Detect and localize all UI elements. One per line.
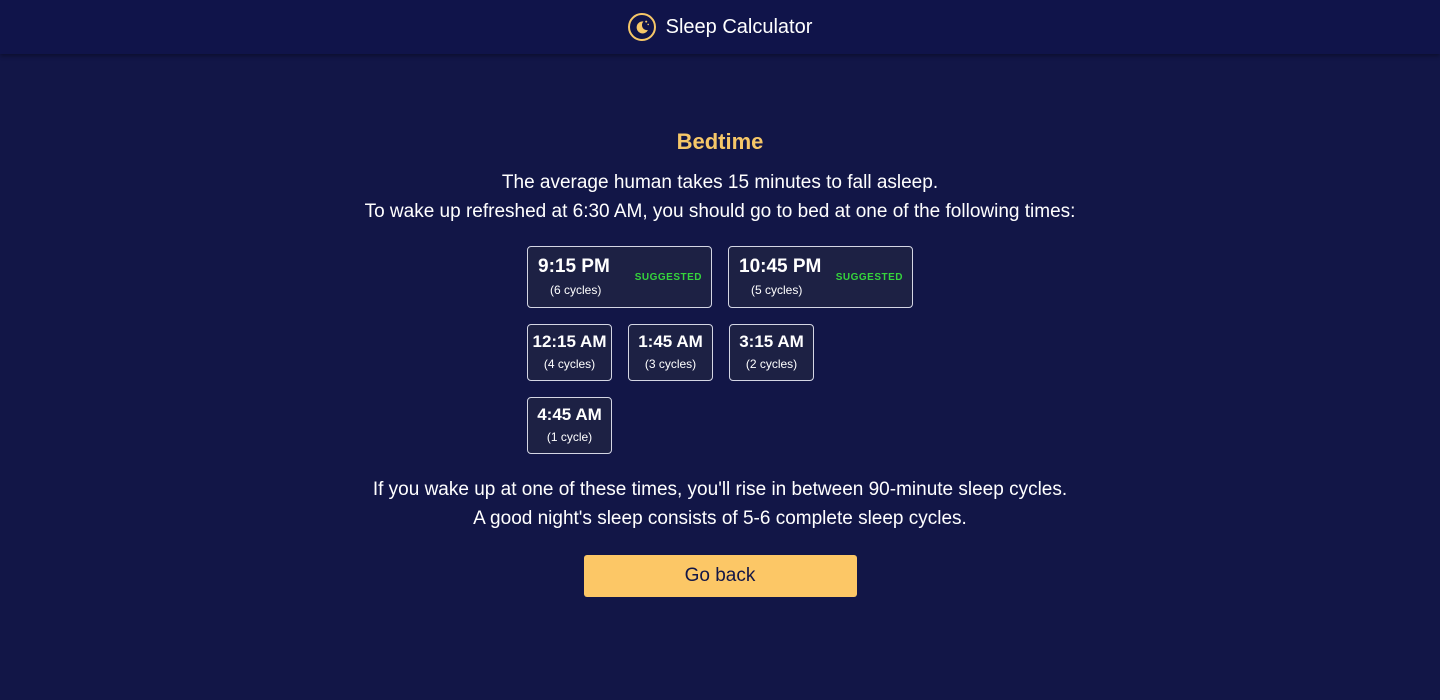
- bedtime-option-time: 10:45 PM: [739, 256, 822, 277]
- bedtime-option-time: 3:15 AM: [739, 332, 804, 351]
- bedtime-option-time: 9:15 PM: [538, 256, 610, 277]
- moon-stars-icon: [627, 13, 656, 41]
- bedtime-options: 9:15 PM (6 cycles) SUGGESTED 10:45 PM (5…: [527, 246, 913, 454]
- bedtime-option-card[interactable]: 9:15 PM (6 cycles) SUGGESTED: [527, 246, 712, 308]
- bedtime-option-cycles: (1 cycle): [546, 430, 593, 444]
- app-header: Sleep Calculator: [0, 0, 1440, 54]
- suggested-badge: SUGGESTED: [835, 272, 903, 283]
- app-title: Sleep Calculator: [665, 15, 813, 38]
- outro-line-2: A good night's sleep consists of 5-6 com…: [473, 508, 967, 529]
- go-back-button[interactable]: Go back: [583, 555, 857, 597]
- bedtime-option-card[interactable]: 3:15 AM (2 cycles): [729, 324, 814, 381]
- bedtime-option-time: 4:45 AM: [537, 405, 602, 424]
- outro-line-1: If you wake up at one of these times, yo…: [372, 479, 1068, 500]
- bedtime-option-card[interactable]: 1:45 AM (3 cycles): [628, 324, 713, 381]
- intro-text: The average human takes 15 minutes to fa…: [0, 168, 1440, 226]
- intro-line-2: To wake up refreshed at 6:30 AM, you sho…: [364, 201, 1076, 222]
- intro-line-1: The average human takes 15 minutes to fa…: [501, 172, 939, 193]
- outro-text: If you wake up at one of these times, yo…: [0, 475, 1440, 533]
- bedtime-option-cycles: (4 cycles): [543, 357, 596, 371]
- bedtime-option-cycles: (6 cycles): [550, 283, 602, 297]
- bedtime-option-cycles: (3 cycles): [644, 357, 697, 371]
- bedtime-option-cycles: (5 cycles): [751, 283, 803, 297]
- bedtime-option-card[interactable]: 10:45 PM (5 cycles) SUGGESTED: [728, 246, 913, 308]
- bedtime-option-cycles: (2 cycles): [745, 357, 798, 371]
- suggested-badge: SUGGESTED: [634, 272, 702, 283]
- section-title: Bedtime: [676, 129, 764, 154]
- bedtime-option-card[interactable]: 12:15 AM (4 cycles): [527, 324, 612, 381]
- bedtime-option-time: 1:45 AM: [638, 332, 703, 351]
- bedtime-option-card[interactable]: 4:45 AM (1 cycle): [527, 397, 612, 454]
- bedtime-option-time: 12:15 AM: [532, 332, 607, 351]
- results-section: Bedtime The average human takes 15 minut…: [0, 128, 1440, 597]
